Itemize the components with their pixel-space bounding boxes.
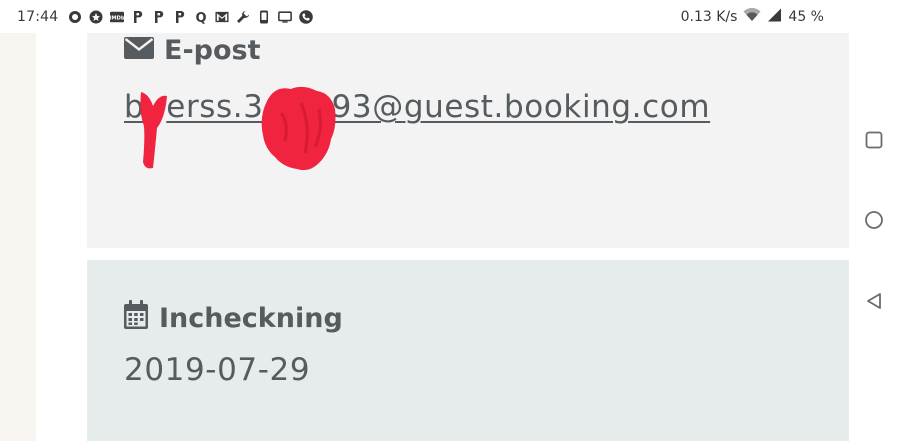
status-time: 17:44 xyxy=(17,8,59,25)
circle-icon xyxy=(68,10,82,24)
svg-text:Q: Q xyxy=(196,11,207,24)
checkin-date: 2019-07-29 xyxy=(124,352,311,388)
calendar-icon xyxy=(123,300,149,337)
quora-icon: Q xyxy=(194,10,208,24)
page-content: E-post b erss.3 93@guest.booking.com Inche… xyxy=(0,33,849,441)
redaction-mark xyxy=(140,92,167,169)
wifi-icon xyxy=(743,7,761,26)
email-card: E-post b erss.3 93@guest.booking.com xyxy=(87,33,849,248)
checkin-label: Incheckning xyxy=(123,300,343,337)
parking-icon xyxy=(173,10,187,24)
email-value[interactable]: b erss.3 93@guest.booking.com xyxy=(124,89,710,125)
home-icon xyxy=(865,211,883,229)
checkin-card: Incheckning 2019-07-29 xyxy=(87,260,849,441)
email-link[interactable]: b erss.3 93@guest.booking.com xyxy=(124,89,710,125)
network-speed: 0.13 K/s xyxy=(680,8,738,25)
wrench-icon xyxy=(236,10,250,24)
parking-icon xyxy=(131,10,145,24)
tv-icon xyxy=(278,10,293,24)
phone-icon xyxy=(257,10,271,24)
envelope-icon xyxy=(124,35,154,66)
email-label-text: E-post xyxy=(164,35,261,66)
signal-icon xyxy=(767,8,782,26)
recents-button[interactable] xyxy=(863,129,885,151)
imdb-icon: IMDb xyxy=(110,10,125,24)
email-part-3: 93@guest.booking.com xyxy=(331,89,711,125)
redaction-mark xyxy=(261,86,336,171)
status-bar: 17:44 IMDb Q 0.13 K/s 45 % xyxy=(0,0,900,33)
battery-level: 45 % xyxy=(788,8,824,25)
home-button[interactable] xyxy=(863,209,885,231)
back-icon xyxy=(867,293,881,309)
email-label: E-post xyxy=(124,35,261,66)
svg-text:IMDb: IMDb xyxy=(110,15,124,21)
checkin-label-text: Incheckning xyxy=(159,303,343,334)
parking-icon xyxy=(152,10,166,24)
call-icon xyxy=(299,9,314,24)
recents-icon xyxy=(865,131,883,149)
navigation-bar xyxy=(849,0,900,441)
badge-icon xyxy=(89,10,103,24)
notification-icons: IMDb Q xyxy=(68,9,314,24)
status-indicators: 0.13 K/s 45 % xyxy=(680,7,824,26)
gmail-icon xyxy=(215,10,229,24)
back-button[interactable] xyxy=(863,290,885,312)
left-margin-strip xyxy=(0,33,36,441)
email-part-2: erss.3 xyxy=(166,89,264,125)
